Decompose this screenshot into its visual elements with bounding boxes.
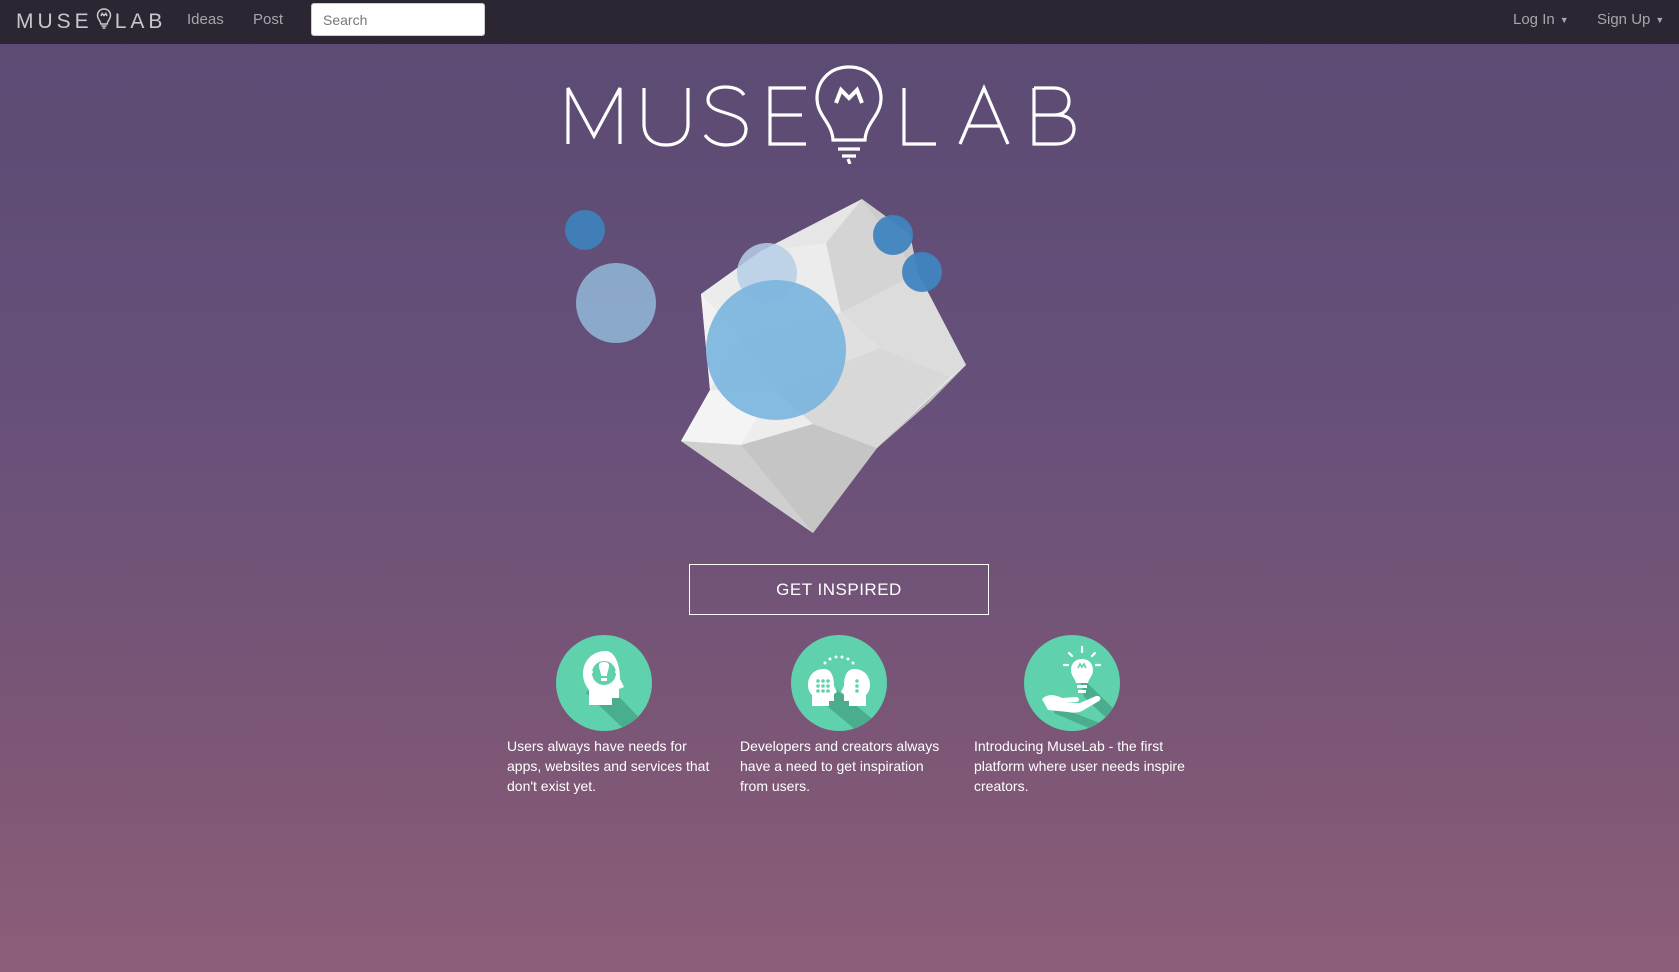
signup-label: Sign Up [1597, 11, 1651, 28]
lightbulb-icon [96, 7, 112, 37]
feature-developers: Developers and creators always have a ne… [740, 635, 952, 796]
feature-users: Users always have needs for apps, websit… [507, 635, 719, 796]
head-idea-icon [556, 635, 652, 731]
hero-illustration [565, 199, 966, 533]
hero-logo [566, 65, 1076, 164]
brand-text-left: MUSE [16, 10, 93, 33]
login-dropdown[interactable]: Log In ▼ [1513, 11, 1569, 28]
brand-logo[interactable]: MUSE LAB [16, 0, 166, 44]
feature-introducing: Introducing MuseLab - the first platform… [974, 635, 1186, 796]
login-label: Log In [1513, 11, 1555, 28]
nav-ideas-link[interactable]: Ideas [187, 11, 224, 28]
brand-text-right: LAB [114, 10, 167, 33]
feature-text: Developers and creators always have a ne… [740, 738, 940, 794]
search-input[interactable] [311, 3, 485, 36]
feature-text: Introducing MuseLab - the first platform… [974, 738, 1185, 794]
chevron-down-icon: ▼ [1559, 15, 1569, 26]
signup-dropdown[interactable]: Sign Up ▼ [1597, 11, 1664, 28]
nav-post-link[interactable]: Post [253, 11, 283, 28]
hand-bulb-icon [1024, 635, 1120, 731]
two-heads-icon [791, 635, 887, 731]
feature-text: Users always have needs for apps, websit… [507, 738, 710, 794]
top-navbar: MUSE LAB Ideas Post Log In ▼ Sign Up ▼ [0, 0, 1679, 44]
chevron-down-icon: ▼ [1655, 15, 1665, 26]
get-inspired-button[interactable]: GET INSPIRED [689, 564, 989, 615]
